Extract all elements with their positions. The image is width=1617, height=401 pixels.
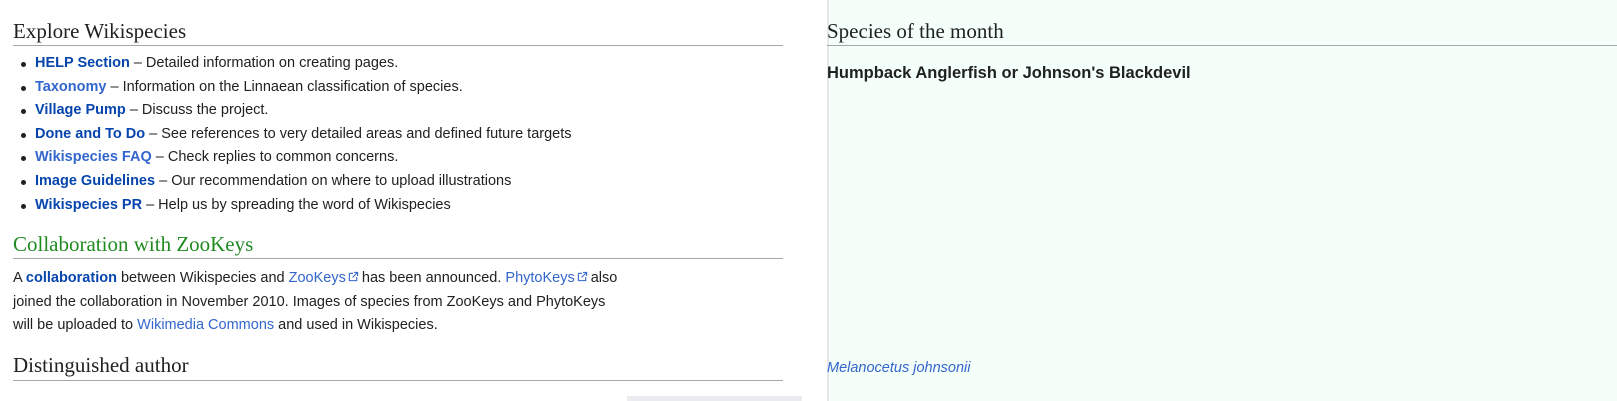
text-span: will be uploaded to [13,317,134,334]
village-pump-link[interactable]: Village Pump [35,102,126,118]
left-column: Explore Wikispecies HELP Section – Detai… [0,0,827,401]
text-span: between Wikispecies and [120,270,285,286]
main-page: Explore Wikispecies HELP Section – Detai… [0,0,1617,401]
list-item: Image Guidelines – Our recommendation on… [21,170,572,194]
list-item-description: – See references to very detailed areas … [149,125,572,142]
zookeys-link[interactable]: ZooKeys [289,270,362,286]
list-item-description: – Check replies to common concerns. [155,149,399,166]
species-heading-rule [827,45,1617,46]
list-item: Village Pump – Discuss the project. [21,99,572,123]
list-item: Wikispecies PR – Help us by spreading th… [21,194,572,218]
list-item-description: – Detailed information on creating pages… [133,55,399,71]
wikispecies-pr-link[interactable]: Wikispecies PR [35,197,142,213]
species-caption-link[interactable]: Melanocetus johnsonii [827,360,970,376]
species-of-the-month-heading: Species of the month [827,19,1004,43]
collaboration-link[interactable]: collaboration [26,270,117,286]
explore-heading: Explore Wikispecies [13,19,187,43]
explore-list: HELP Section – Detailed information on c… [14,52,572,217]
explore-heading-rule [13,45,783,46]
collaboration-heading-rule [13,258,783,259]
phytokeys-link[interactable]: PhytoKeys [505,270,590,286]
external-link-icon [348,271,359,282]
paragraph-line-1: A collaboration between Wikispecies and … [13,267,653,291]
author-box-edge [627,396,802,401]
taxonomy-link[interactable]: Taxonomy [35,79,106,95]
phytokeys-link-label: PhytoKeys [505,270,575,286]
distinguished-author-heading: Distinguished author [13,353,189,377]
wikimedia-commons-link[interactable]: Wikimedia Commons [137,317,274,333]
list-item-description: – Help us by spreading the word of Wikis… [146,196,451,213]
list-item-description: – Our recommendation on where to upload … [159,172,512,189]
species-image[interactable] [827,96,1547,348]
species-title: Humpback Anglerfish or Johnson's Blackde… [827,64,1191,82]
text-span: A [13,270,22,286]
text-span: has been announced. [361,270,502,286]
list-item: Done and To Do – See references to very … [21,123,572,147]
text-span: also [590,270,618,286]
image-guidelines-link[interactable]: Image Guidelines [35,173,155,189]
paragraph-line-3: will be uploaded to Wikimedia Commons an… [13,314,653,338]
wikispecies-faq-link[interactable]: Wikispecies FAQ [35,149,152,165]
zookeys-link-label: ZooKeys [288,270,346,286]
author-heading-rule [13,380,783,381]
list-item: HELP Section – Detailed information on c… [21,52,572,76]
list-item-description: – Discuss the project. [129,102,269,119]
external-link-icon [577,271,587,282]
collaboration-heading: Collaboration with ZooKeys [13,232,254,256]
text-span: and used in Wikispecies. [278,317,438,334]
collaboration-paragraph: A collaboration between Wikispecies and … [13,267,653,338]
list-item: Wikispecies FAQ – Check replies to commo… [21,146,572,170]
done-and-to-do-link[interactable]: Done and To Do [35,126,145,142]
list-item: Taxonomy – Information on the Linnaean c… [21,76,572,100]
list-item-description: – Information on the Linnaean classifica… [110,78,463,95]
help-section-link[interactable]: HELP Section [35,55,130,71]
paragraph-line-2: joined the collaboration in November 201… [13,293,606,310]
